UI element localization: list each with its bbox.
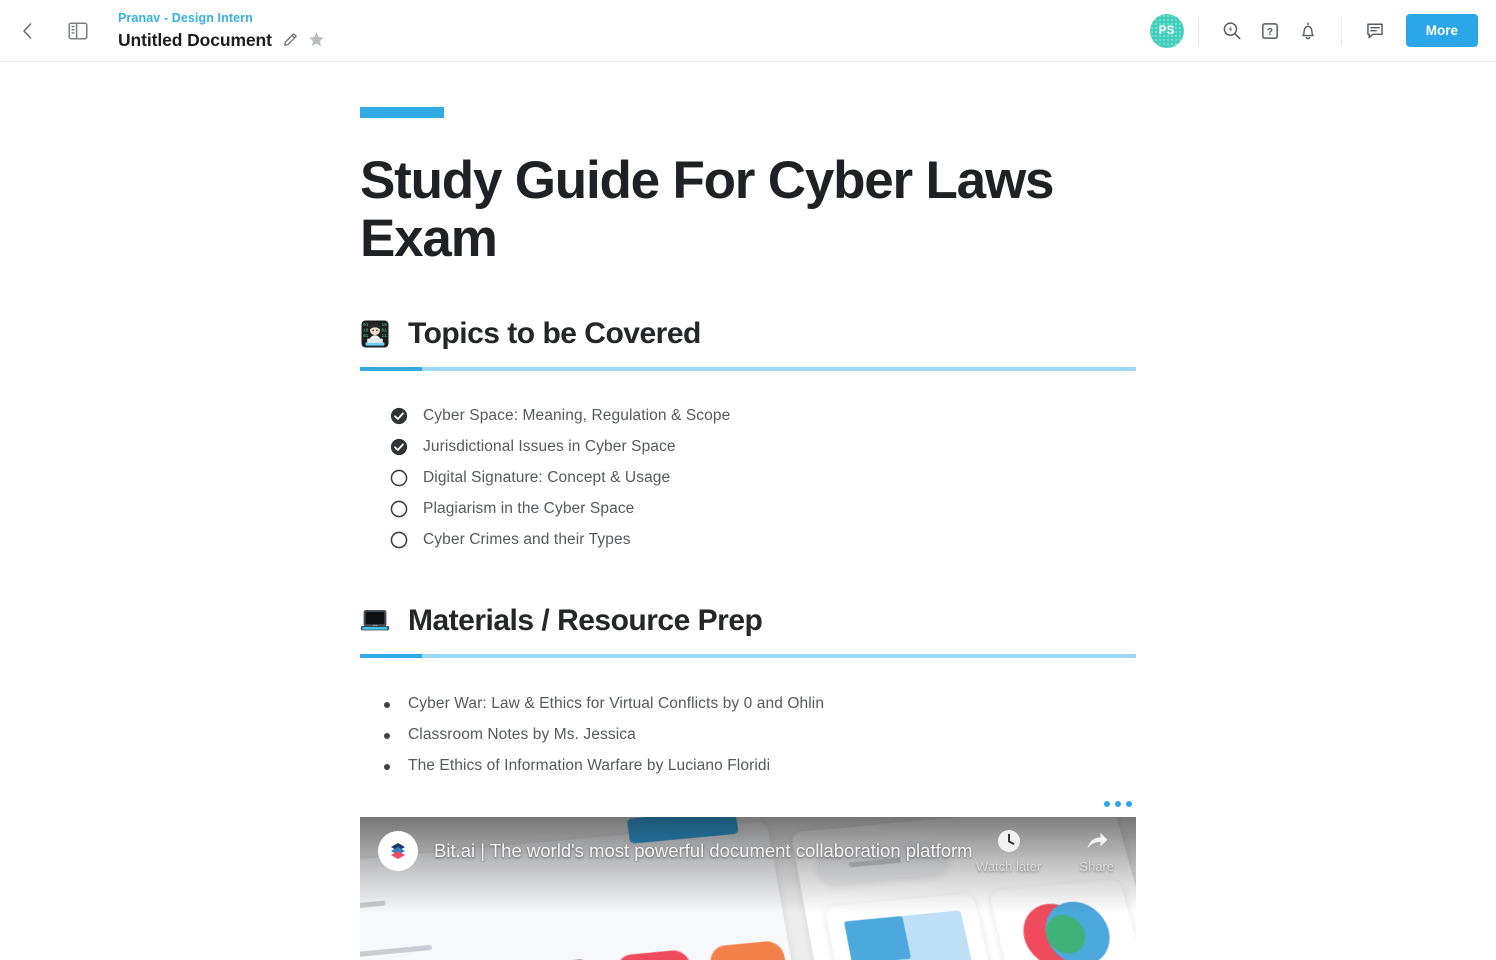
share-label: Share (1079, 858, 1114, 874)
checkbox-checked-icon[interactable] (390, 407, 408, 425)
avatar[interactable]: PS (1149, 13, 1184, 48)
video-title: Bit.ai | The world's most powerful docum… (434, 839, 973, 861)
chevron-left-icon (23, 22, 32, 39)
section-header: Materials / Resource Prep (360, 604, 1136, 638)
help-icon: ? (1261, 22, 1278, 39)
section-title: Topics to be Covered (408, 316, 701, 350)
checkbox-unchecked-icon[interactable] (390, 500, 408, 518)
checklist-item-label: Plagiarism in the Cyber Space (423, 500, 635, 518)
checklist-item-label: Cyber Space: Meaning, Regulation & Scope (423, 407, 731, 425)
checkbox-unchecked-icon[interactable] (390, 469, 408, 487)
topics-checklist: Cyber Space: Meaning, Regulation & Scope… (360, 401, 1136, 556)
svg-text:11: 11 (382, 334, 388, 339)
svg-text:?: ? (1267, 26, 1273, 37)
comments-icon (1366, 22, 1383, 38)
document-title-block: Pranav - Design Intern Untitled Document (118, 11, 325, 50)
checklist-item[interactable]: Digital Signature: Concept & Usage (390, 463, 1136, 494)
app-header: Pranav - Design Intern Untitled Document (0, 0, 1496, 62)
page-title[interactable]: Untitled Document (118, 30, 272, 50)
svg-text:01: 01 (382, 328, 388, 333)
checkbox-unchecked-icon[interactable] (390, 531, 408, 549)
checklist-item[interactable]: Cyber Crimes and their Types (390, 525, 1136, 556)
document-scroll-area[interactable]: Study Guide For Cyber Laws Exam 01 10 10 0… (0, 62, 1496, 960)
comments-button[interactable] (1356, 12, 1394, 50)
watch-later-label: Watch later (976, 858, 1042, 874)
header-divider-2 (1340, 15, 1342, 46)
section-underline (360, 653, 1136, 658)
help-button[interactable]: ? (1251, 12, 1289, 50)
clock-icon (997, 829, 1020, 852)
document-heading: Study Guide For Cyber Laws Exam (360, 151, 1054, 269)
checklist-item[interactable]: Cyber Space: Meaning, Regulation & Scope (390, 401, 1136, 432)
checklist-item-label: Jurisdictional Issues in Cyber Space (423, 438, 676, 456)
embed-options-dots-icon[interactable] (1104, 800, 1132, 807)
workspace-breadcrumb[interactable]: Pranav - Design Intern (118, 11, 325, 25)
smart-search-button[interactable] (1213, 12, 1251, 50)
section-underline (360, 366, 1136, 371)
checklist-item[interactable]: Plagiarism in the Cyber Space (390, 494, 1136, 525)
smart-search-icon (1223, 21, 1241, 39)
section-title: Materials / Resource Prep (408, 603, 763, 637)
share-arrow-icon (1087, 832, 1108, 849)
laptop-emoji (360, 608, 392, 634)
section-materials-resource-prep: Materials / Resource Prep Cyber War: Law… (360, 604, 1136, 960)
toggle-sidebar-button[interactable] (60, 13, 96, 49)
list-item[interactable]: Classroom Notes by Ms. Jessica (384, 719, 1136, 750)
svg-text:01: 01 (363, 334, 369, 339)
svg-text:01: 01 (363, 323, 369, 328)
favorite-button[interactable] (308, 31, 325, 48)
header-left-group: Pranav - Design Intern Untitled Document (0, 0, 325, 62)
svg-text:10: 10 (382, 323, 388, 328)
edit-title-button[interactable] (283, 32, 298, 47)
checklist-item-label: Digital Signature: Concept & Usage (423, 469, 671, 487)
checklist-item[interactable]: Jurisdictional Issues in Cyber Space (390, 432, 1136, 463)
checkbox-checked-icon[interactable] (390, 438, 408, 456)
checklist-item-label: Cyber Crimes and their Types (423, 531, 631, 549)
back-button[interactable] (10, 14, 44, 48)
section-topics-to-be-covered: 01 10 10 01 01 11 Topics to be Covered C… (360, 317, 1136, 556)
notifications-bell-icon (1301, 21, 1314, 39)
materials-bullet-list: Cyber War: Law & Ethics for Virtual Conf… (360, 688, 1136, 781)
header-right-group: PS ? More (1149, 0, 1496, 62)
star-icon (309, 32, 324, 47)
woman-technologist-emoji: 01 10 10 01 01 11 (360, 319, 392, 349)
section-header: 01 10 10 01 01 11 Topics to be Covered (360, 317, 1136, 351)
document-title-row: Untitled Document (118, 30, 325, 50)
title-accent-bar (360, 107, 444, 118)
bit-ai-logo-icon (378, 830, 418, 871)
notifications-button[interactable] (1289, 12, 1327, 50)
share-button[interactable]: Share (1079, 828, 1114, 874)
video-embed-block: Bit.ai | The world's most powerful docum… (360, 800, 1136, 960)
header-divider-1 (1197, 15, 1199, 46)
video-chrome-bar: Bit.ai | The world's most powerful docum… (360, 817, 1136, 885)
more-button[interactable]: More (1405, 14, 1478, 47)
svg-text:10: 10 (363, 328, 369, 333)
document-content-column: Study Guide For Cyber Laws Exam 01 10 10 0… (360, 62, 1136, 960)
video-actions: Watch later Share (976, 828, 1114, 874)
sidebar-panel-icon (68, 21, 88, 40)
youtube-video-embed[interactable]: Bit.ai | The world's most powerful docum… (360, 816, 1136, 960)
watch-later-button[interactable]: Watch later (976, 828, 1041, 874)
list-item[interactable]: Cyber War: Law & Ethics for Virtual Conf… (384, 688, 1136, 719)
pencil-icon (283, 33, 297, 47)
list-item[interactable]: The Ethics of Information Warfare by Luc… (384, 750, 1136, 781)
